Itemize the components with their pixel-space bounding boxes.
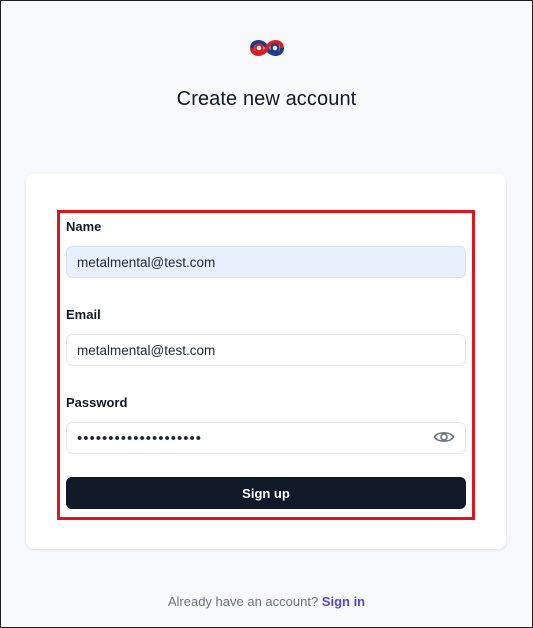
name-field[interactable] [66, 246, 466, 278]
footer-prompt: Already have an account? [167, 594, 319, 609]
email-label: Email [66, 307, 101, 322]
email-field[interactable] [66, 334, 466, 366]
footer: Already have an account? Sign in [0, 594, 533, 609]
password-label: Password [66, 395, 128, 410]
knot-logo-icon [250, 40, 284, 56]
name-label: Name [66, 219, 102, 234]
password-field[interactable] [66, 422, 466, 454]
page-title: Create new account [176, 88, 357, 110]
sign-in-link[interactable]: Sign in [322, 594, 365, 609]
eye-icon[interactable] [433, 427, 455, 447]
sign-up-button[interactable]: Sign up [66, 477, 466, 509]
